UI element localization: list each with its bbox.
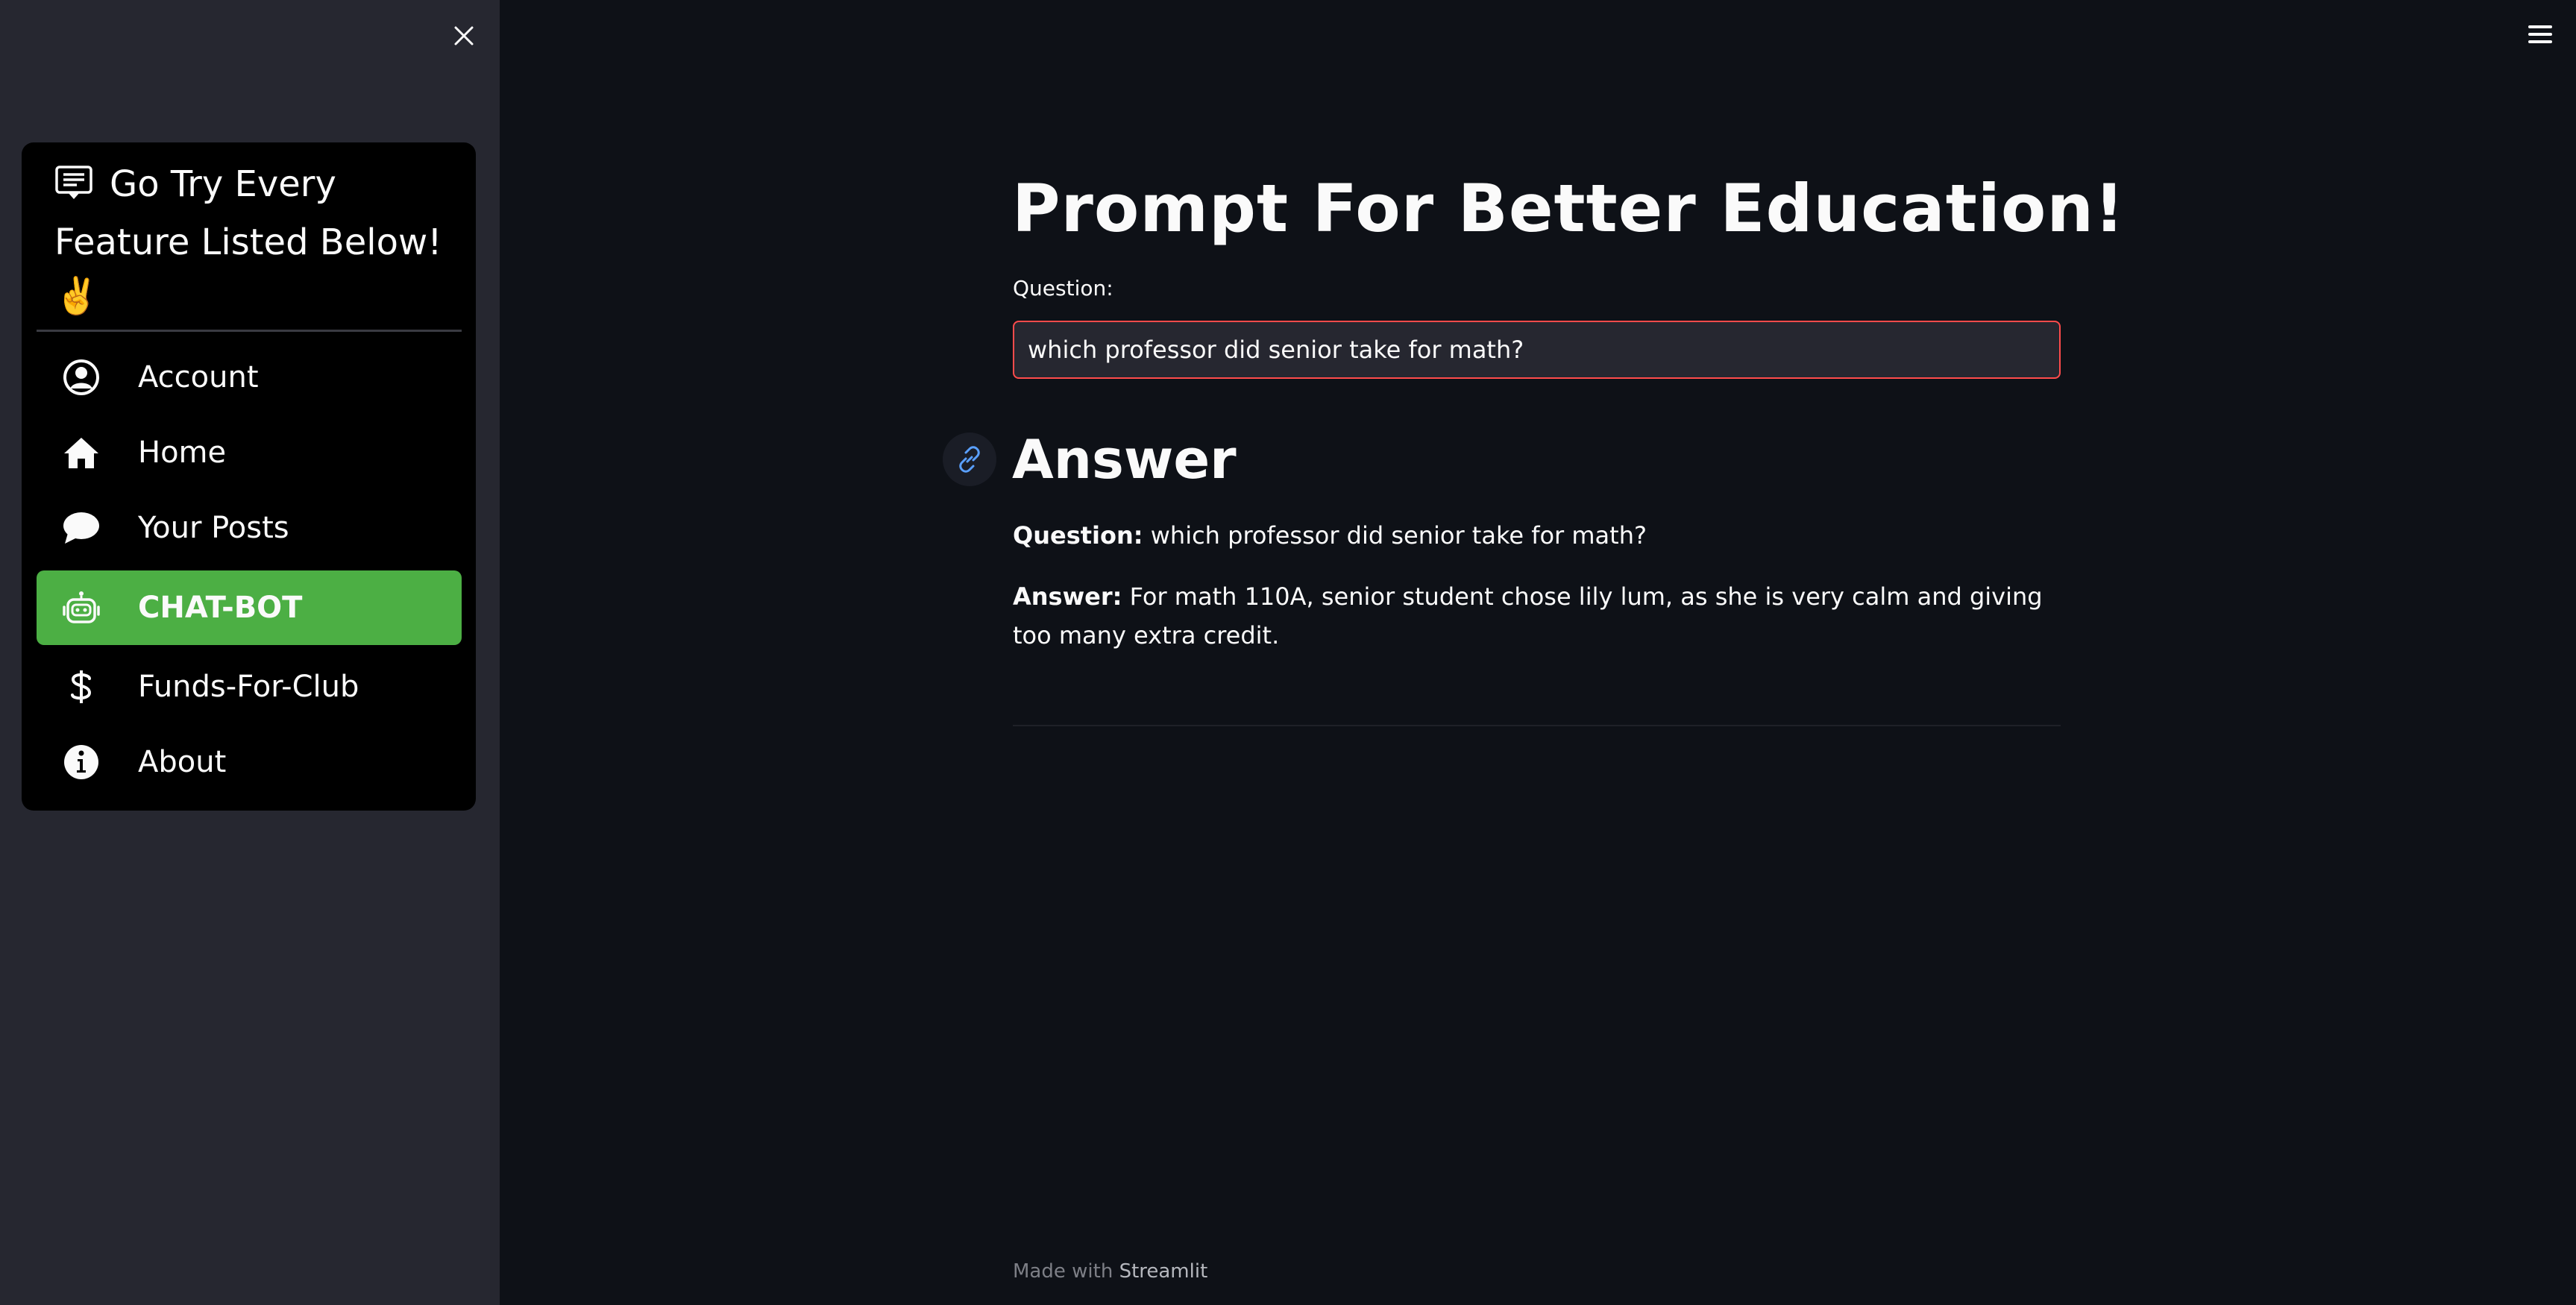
- house-icon: [59, 430, 104, 475]
- answer-body: For math 110A, senior student chose lily…: [1013, 582, 2043, 650]
- footer-made-with: Made with: [1013, 1260, 1119, 1283]
- menu-header: Go Try Every Feature Listed Below! ✌️: [54, 157, 457, 323]
- sidebar-item-home[interactable]: Home: [37, 415, 462, 490]
- robot-icon: [59, 585, 104, 630]
- info-circle-icon: [59, 740, 104, 784]
- answer-anchor-link[interactable]: [943, 433, 996, 486]
- close-icon: [454, 26, 474, 45]
- sidebar-item-label: About: [138, 745, 227, 779]
- footer: Made with Streamlit: [1013, 1260, 1207, 1283]
- chat-bubble-icon: [59, 506, 104, 550]
- divider: [1013, 725, 2061, 726]
- question-label: Question:: [1013, 276, 1113, 301]
- sidebar-item-label: Your Posts: [138, 511, 289, 545]
- sidebar-item-funds-for-club[interactable]: Funds-For-Club: [37, 650, 462, 724]
- page-title: Prompt For Better Education!: [1012, 170, 2126, 247]
- answer-text: Answer: For math 110A, senior student ch…: [1013, 577, 2057, 655]
- main-menu-button[interactable]: [2524, 21, 2557, 51]
- menu-divider: [37, 330, 462, 332]
- answer-prefix: Answer:: [1013, 582, 1122, 611]
- dollar-icon: [59, 664, 104, 709]
- user-circle-icon: [59, 355, 104, 400]
- sidebar-item-label: Account: [138, 360, 259, 394]
- question-input[interactable]: [1013, 321, 2061, 379]
- question-echo: Question: which professor did senior tak…: [1013, 516, 2057, 555]
- sidebar-item-your-posts[interactable]: Your Posts: [37, 491, 462, 565]
- streamlit-link[interactable]: Streamlit: [1119, 1260, 1208, 1283]
- question-echo-prefix: Question:: [1013, 521, 1143, 550]
- list-icon: [54, 162, 93, 216]
- sidebar-item-about[interactable]: About: [37, 725, 462, 799]
- link-icon: [959, 446, 980, 473]
- navigation-menu: Go Try Every Feature Listed Below! ✌️ Ac…: [22, 142, 476, 811]
- answer-heading: Answer: [1012, 428, 1237, 491]
- sidebar-item-label: Funds-For-Club: [138, 670, 359, 704]
- close-sidebar-button[interactable]: [446, 18, 482, 54]
- sidebar: Go Try Every Feature Listed Below! ✌️ Ac…: [0, 0, 500, 1305]
- question-echo-text: which professor did senior take for math…: [1143, 521, 1647, 550]
- sidebar-item-chat-bot[interactable]: CHAT-BOT: [37, 570, 462, 645]
- sidebar-item-label: CHAT-BOT: [138, 591, 303, 625]
- sidebar-item-label: Home: [138, 435, 227, 470]
- menu-header-text: Go Try Every Feature Listed Below! ✌️: [54, 163, 442, 317]
- hamburger-icon: [2528, 25, 2552, 28]
- sidebar-item-account[interactable]: Account: [37, 340, 462, 415]
